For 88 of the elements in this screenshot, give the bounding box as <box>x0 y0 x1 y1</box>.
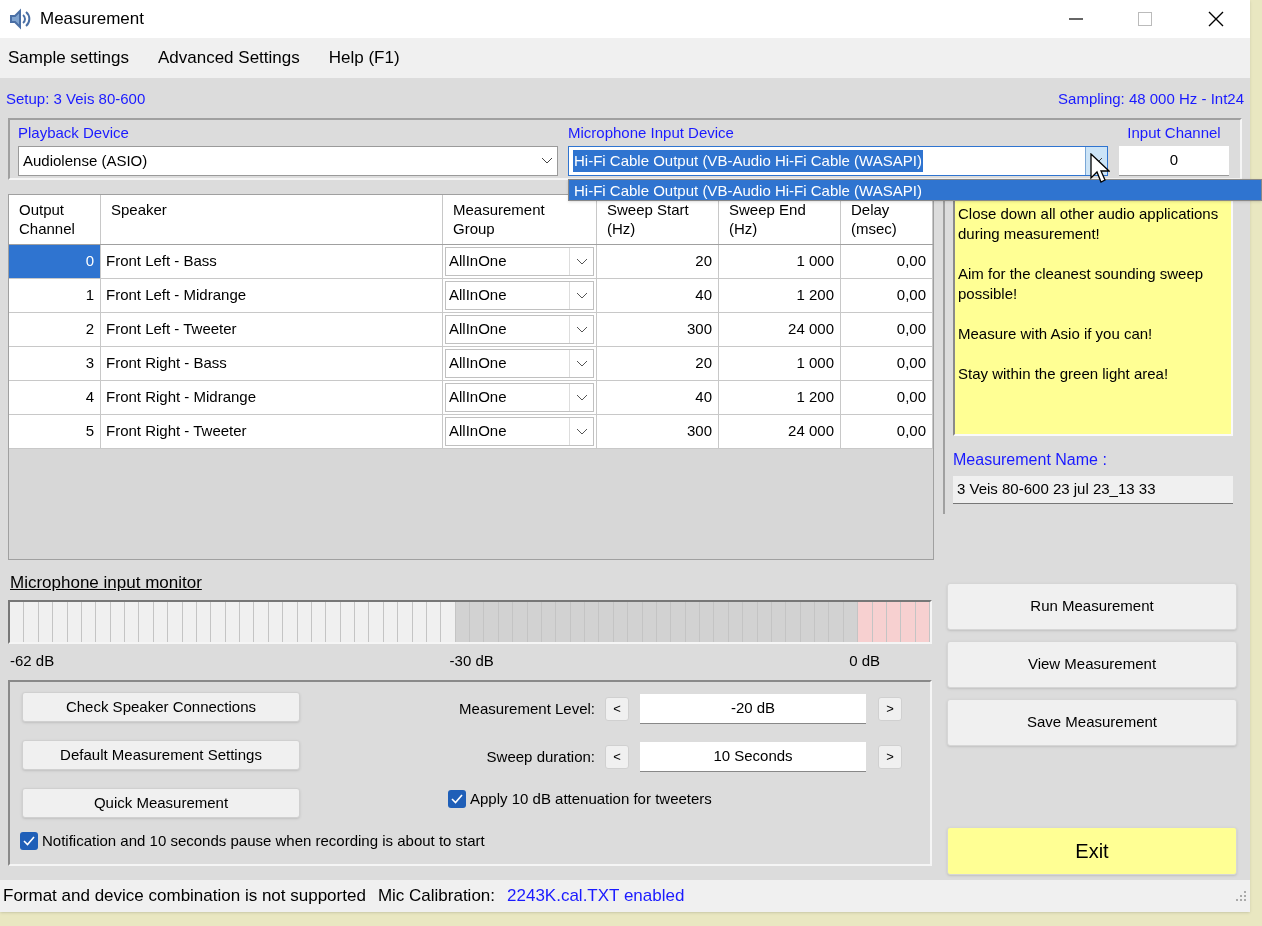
table-cell: 0,00 <box>841 347 933 380</box>
chevron-down-icon <box>541 157 553 165</box>
stepper-field[interactable]: 10 Seconds <box>640 742 866 772</box>
action-button[interactable]: Save Measurement <box>947 699 1237 746</box>
tip-text: Close down all other audio applications during measurement! <box>958 204 1220 244</box>
decrease-button[interactable]: < <box>605 697 629 721</box>
microphone-device-dropdown[interactable]: Hi-Fi Cable Output (VB-Audio Hi-Fi Cable (WASAPI) <box>568 146 1108 176</box>
playback-device-dropdown[interactable]: Audiolense (ASIO) <box>18 146 558 176</box>
speaker-icon <box>8 8 32 30</box>
table-cell: 24 000 <box>719 313 841 346</box>
column-header: Speaker <box>101 195 443 244</box>
group-dropdown[interactable]: AllInOne <box>445 281 594 310</box>
stepper-field[interactable]: -20 dB <box>640 694 866 724</box>
column-header: Output Channel <box>9 195 101 244</box>
tip-text: Stay within the green light area! <box>958 364 1170 384</box>
group-dropdown[interactable]: AllInOne <box>445 349 594 378</box>
group-dropdown[interactable]: AllInOne <box>445 417 594 446</box>
field-label: Playback Device <box>18 123 130 143</box>
checkbox-label: Apply 10 dB attenuation for tweeters <box>470 789 712 809</box>
status-label: Mic Calibration: <box>377 885 496 908</box>
scale-label: -62 dB <box>10 650 55 671</box>
command-button[interactable]: Default Measurement Settings <box>22 740 300 770</box>
table-cell: 0,00 <box>841 415 933 448</box>
group-dropdown[interactable]: AllInOne <box>445 315 594 344</box>
field-label: Measurement Name : <box>953 450 1108 470</box>
table-cell: 0,00 <box>841 245 933 278</box>
table-cell: 1 000 <box>719 245 841 278</box>
decrease-button[interactable]: < <box>605 745 629 769</box>
stepper-label: Measurement Level: <box>458 698 596 719</box>
table-cell: 0,00 <box>841 313 933 346</box>
menu-item[interactable]: Sample settings <box>8 45 129 71</box>
table-cell: 0 <box>9 245 101 278</box>
table-cell: Front Left - Midrange <box>101 279 443 312</box>
table-cell: Front Right - Tweeter <box>101 415 443 448</box>
tip-text: Aim for the cleanest sounding sweep possible! <box>958 264 1205 304</box>
checkbox[interactable] <box>20 832 38 851</box>
table-cell: 0,00 <box>841 279 933 312</box>
checkbox-label: Notification and 10 seconds pause when recording is about to start <box>42 831 485 851</box>
checkbox[interactable] <box>448 790 466 809</box>
chevron-down-icon <box>575 427 588 436</box>
status-message: Format and device combination is not supported <box>3 885 366 908</box>
tip-text: Measure with Asio if you can! <box>958 324 1154 344</box>
table-cell: 24 000 <box>719 415 841 448</box>
resize-grip-icon[interactable] <box>1235 890 1247 902</box>
command-button[interactable]: Quick Measurement <box>22 788 300 818</box>
measurement-name-field[interactable]: 3 Veis 80-600 23 jul 23_13 33 <box>953 476 1233 504</box>
table-cell: 20 <box>597 347 719 380</box>
dropdown-option[interactable]: Hi-Fi Cable Output (VB-Audio Hi-Fi Cable (WASAPI) <box>569 180 1261 200</box>
setup-label: Setup: 3 Veis 80-600 <box>6 89 146 108</box>
action-button[interactable]: Exit <box>947 827 1237 875</box>
table-cell: Front Right - Bass <box>101 347 443 380</box>
chevron-down-icon <box>575 291 588 300</box>
table-cell: 300 <box>597 313 719 346</box>
table-cell: Front Left - Tweeter <box>101 313 443 346</box>
chevron-down-icon <box>575 393 588 402</box>
menu-item[interactable]: Help (F1) <box>328 45 400 71</box>
stepper-label: Sweep duration: <box>485 746 596 767</box>
group-dropdown[interactable]: AllInOne <box>445 383 594 412</box>
table-cell: 1 200 <box>719 381 841 414</box>
table-cell: 300 <box>597 415 719 448</box>
close-icon[interactable] <box>1208 11 1224 27</box>
command-button[interactable]: Check Speaker Connections <box>22 692 300 722</box>
scale-label: 0 dB <box>849 650 880 671</box>
table-cell: 1 200 <box>719 279 841 312</box>
action-button[interactable]: View Measurement <box>947 641 1237 688</box>
status-value: 2243K.cal.TXT enabled <box>507 885 685 908</box>
action-button[interactable]: Run Measurement <box>947 583 1237 630</box>
group-dropdown[interactable]: AllInOne <box>445 247 594 276</box>
table-cell: 40 <box>597 381 719 414</box>
increase-button[interactable]: > <box>878 745 902 769</box>
menu-item[interactable]: Advanced Settings <box>157 45 300 71</box>
sampling-label: Sampling: 48 000 Hz - Int24 <box>1058 89 1244 108</box>
field-label: Input Channel <box>1127 123 1221 143</box>
table-cell: 40 <box>597 279 719 312</box>
table-cell: 20 <box>597 245 719 278</box>
table-cell: 1 000 <box>719 347 841 380</box>
window-title: Measurement <box>40 8 144 31</box>
chevron-down-icon <box>575 359 588 368</box>
chevron-down-icon <box>575 325 588 334</box>
input-channel-field[interactable]: 0 <box>1119 146 1229 176</box>
table-cell: Front Left - Bass <box>101 245 443 278</box>
increase-button[interactable]: > <box>878 697 902 721</box>
table-cell: 0,00 <box>841 381 933 414</box>
chevron-down-icon <box>575 257 588 266</box>
scale-label: -30 dB <box>449 650 494 671</box>
field-label: Microphone Input Device <box>568 123 735 143</box>
table-cell: Front Right - Midrange <box>101 381 443 414</box>
monitor-title: Microphone input monitor <box>10 572 203 594</box>
